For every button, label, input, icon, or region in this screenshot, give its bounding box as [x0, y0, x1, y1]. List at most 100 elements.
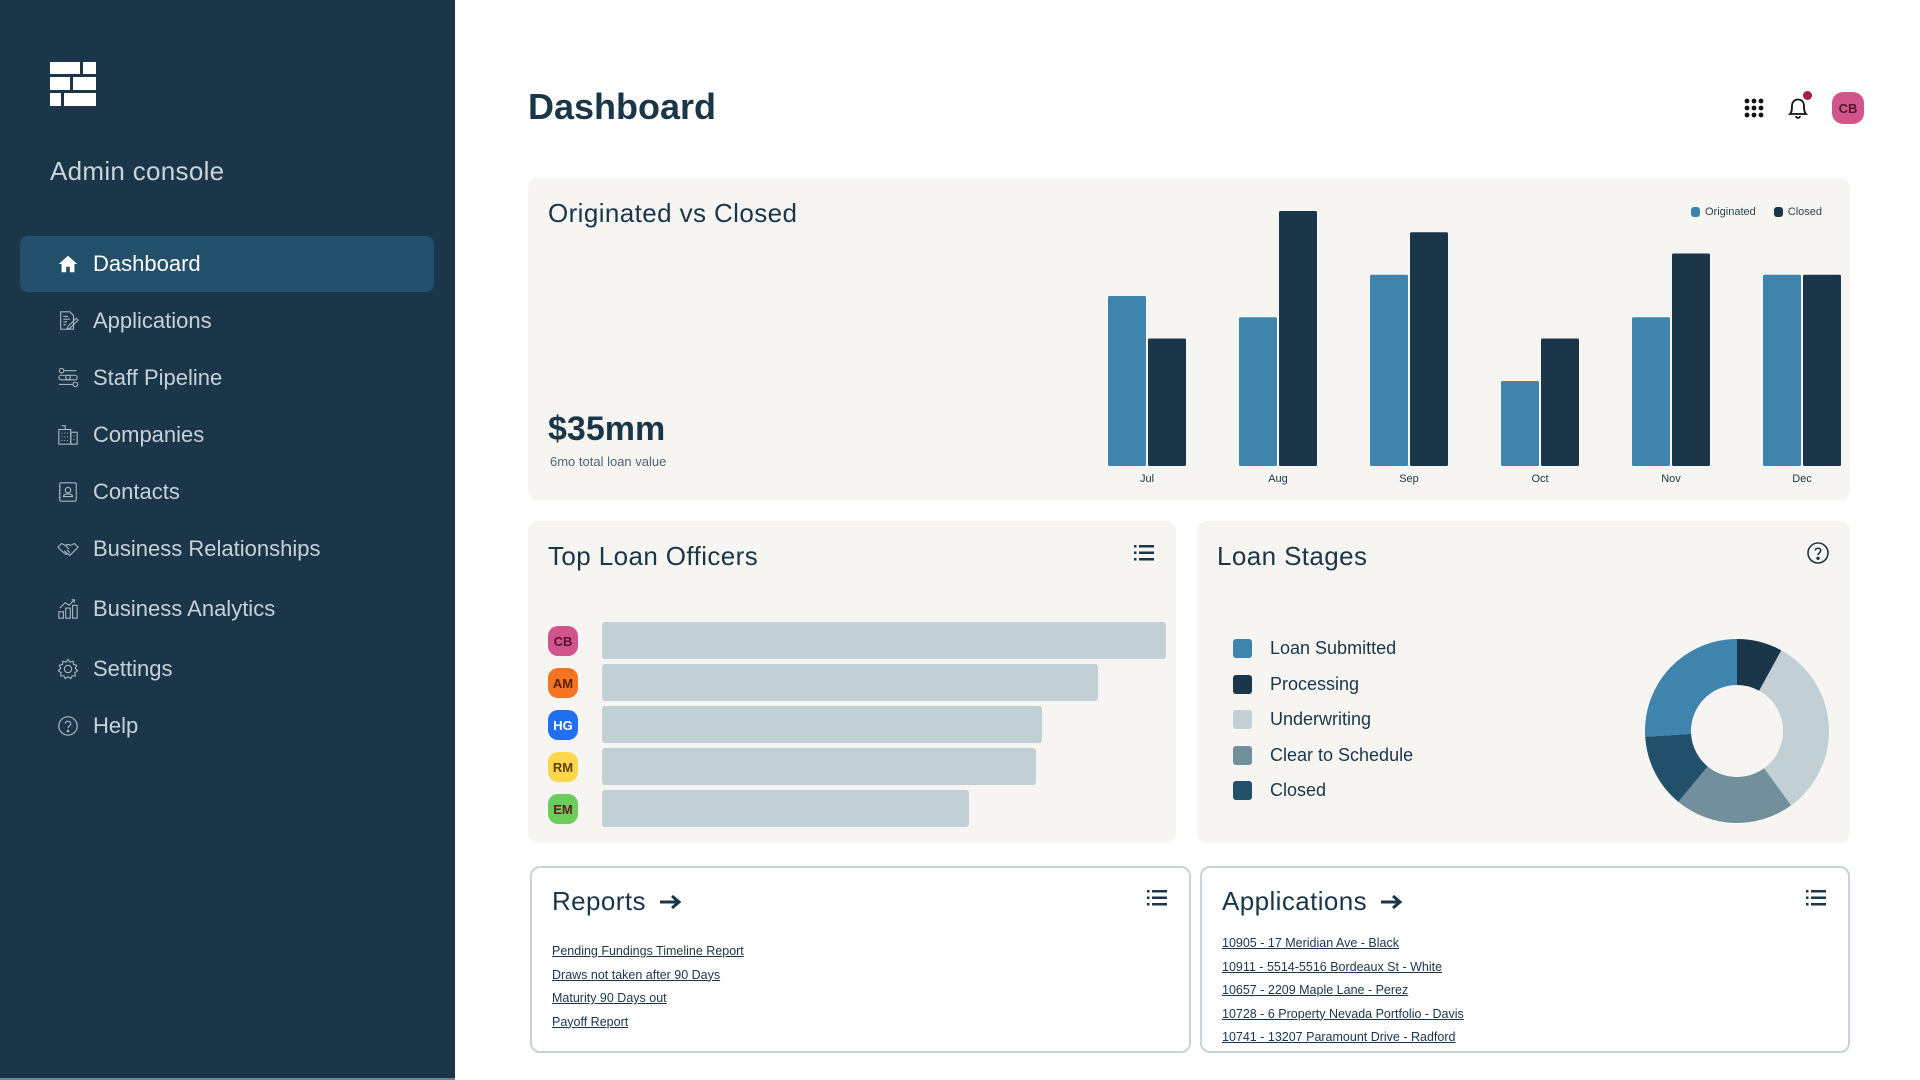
header-actions: CB — [1740, 91, 1864, 124]
officer-avatar: AM — [548, 668, 578, 698]
applications-title[interactable]: Applications — [1222, 886, 1367, 917]
help-icon — [1807, 542, 1829, 564]
logo-icon — [50, 62, 96, 106]
officer-bar-track — [602, 622, 1166, 659]
user-avatar[interactable]: CB — [1832, 92, 1864, 124]
sidebar-item-label: Settings — [93, 656, 173, 681]
application-link[interactable]: 10741 - 13207 Paramount Drive - Radford — [1222, 1026, 1464, 1050]
stage-legend-item: Closed — [1233, 773, 1413, 809]
officer-avatar: CB — [548, 626, 578, 656]
officer-row[interactable]: HG — [548, 705, 578, 745]
bar-closed-nov — [1672, 253, 1710, 466]
sidebar-item-help[interactable]: Help — [20, 698, 434, 754]
sidebar-item-label: Staff Pipeline — [93, 365, 223, 390]
officer-avatar: RM — [548, 752, 578, 782]
sidebar-item-settings[interactable]: Settings — [20, 641, 434, 697]
list-view-button[interactable] — [1132, 541, 1156, 565]
officer-row[interactable]: CB — [548, 621, 578, 661]
top-loan-officers-card: Top Loan Officers CB AM HG RM EM — [528, 521, 1176, 843]
list-view-button[interactable] — [1804, 886, 1828, 910]
x-tick-label: Aug — [1268, 473, 1288, 485]
notification-badge — [1803, 91, 1812, 100]
officer-bar-track — [602, 790, 1166, 827]
originated-closed-bar-chart: Jul Aug Sep Oct Nov Dec — [1108, 211, 1841, 485]
sidebar-item-contacts[interactable]: Contacts — [20, 464, 434, 520]
bar-originated-dec — [1763, 274, 1801, 466]
card-title: Loan Stages — [1217, 541, 1368, 571]
sidebar-item-business-relationships[interactable]: Business Relationships — [20, 521, 434, 577]
total-loan-value-label: 6mo total loan value — [550, 454, 667, 469]
report-link[interactable]: Pending Fundings Timeline Report — [552, 940, 744, 964]
apps-grid-button[interactable] — [1740, 94, 1768, 122]
sidebar-item-staff-pipeline[interactable]: Staff Pipeline — [20, 350, 434, 406]
list-icon — [1134, 545, 1154, 561]
officer-bar — [602, 790, 969, 827]
report-link[interactable]: Payoff Report — [552, 1011, 744, 1035]
sidebar-item-business-analytics[interactable]: Business Analytics — [20, 581, 434, 637]
notifications-button[interactable] — [1784, 91, 1812, 122]
officer-bar — [602, 664, 1099, 701]
home-icon — [57, 253, 79, 275]
stage-legend-item: Clear to Schedule — [1233, 738, 1413, 774]
contact-book-icon — [57, 481, 79, 503]
document-edit-icon — [57, 310, 79, 332]
bar-originated-jul — [1108, 296, 1146, 466]
stage-legend-item: Loan Submitted — [1233, 631, 1413, 667]
applications-list: 10905 - 17 Meridian Ave - Black 10911 - … — [1222, 932, 1464, 1050]
arrow-right-icon[interactable] — [658, 892, 684, 912]
officer-avatar: EM — [548, 794, 578, 824]
sidebar: Admin console Dashboard Applications Sta… — [0, 0, 455, 1080]
total-loan-value: $35mm — [548, 410, 666, 448]
reports-title[interactable]: Reports — [552, 886, 646, 917]
list-icon — [1147, 890, 1167, 906]
stage-label: Underwriting — [1270, 709, 1372, 730]
list-view-button[interactable] — [1145, 886, 1169, 910]
bar-closed-oct — [1541, 338, 1579, 466]
x-tick-label: Nov — [1661, 473, 1681, 485]
report-link[interactable]: Draws not taken after 90 Days — [552, 964, 744, 988]
list-icon — [1806, 890, 1826, 906]
stage-swatch — [1233, 639, 1252, 659]
reports-list: Pending Fundings Timeline Report Draws n… — [552, 940, 744, 1034]
applications-card: Applications 10905 - 17 Meridian Ave - B… — [1200, 866, 1850, 1053]
help-button[interactable] — [1806, 541, 1830, 565]
x-tick-label: Dec — [1792, 473, 1812, 485]
application-link[interactable]: 10657 - 2209 Maple Lane - Perez — [1222, 979, 1464, 1003]
sidebar-item-label: Business Relationships — [93, 536, 321, 561]
stage-legend-item: Underwriting — [1233, 702, 1413, 738]
officer-bar — [602, 622, 1166, 659]
officer-row[interactable]: EM — [548, 789, 578, 829]
arrow-right-icon[interactable] — [1379, 892, 1405, 912]
application-link[interactable]: 10728 - 6 Property Nevada Portfolio - Da… — [1222, 1003, 1464, 1027]
stage-legend-item: Processing — [1233, 667, 1413, 703]
officer-bar — [602, 748, 1037, 785]
page-title: Dashboard — [528, 86, 717, 127]
card-title: Top Loan Officers — [548, 541, 759, 571]
loan-stages-legend: Loan Submitted Processing Underwriting Clea… — [1233, 631, 1413, 809]
analytics-icon — [57, 598, 79, 620]
bar-closed-aug — [1279, 211, 1317, 466]
loan-stages-card: Loan Stages Loan Submitted Processing Unde… — [1197, 521, 1850, 843]
x-tick-label: Oct — [1531, 473, 1548, 485]
officer-row[interactable]: RM — [548, 747, 578, 787]
reports-card: Reports Pending Fundings Timeline Report… — [530, 866, 1191, 1053]
sidebar-item-label: Business Analytics — [93, 596, 276, 621]
sidebar-item-label: Dashboard — [93, 251, 201, 276]
sidebar-item-label: Help — [93, 713, 139, 738]
report-link[interactable]: Maturity 90 Days out — [552, 987, 744, 1011]
sidebar-item-dashboard[interactable]: Dashboard — [20, 236, 434, 292]
originated-vs-closed-card: Originated vs Closed $35mm 6mo total loa… — [528, 178, 1850, 500]
sidebar-item-applications[interactable]: Applications — [20, 293, 434, 349]
officer-row[interactable]: AM — [548, 663, 578, 703]
sidebar-item-label: Applications — [93, 308, 212, 333]
application-link[interactable]: 10911 - 5514-5516 Bordeaux St - White — [1222, 956, 1464, 980]
bar-originated-oct — [1501, 381, 1539, 466]
sidebar-item-label: Contacts — [93, 479, 180, 504]
stage-label: Clear to Schedule — [1270, 744, 1414, 765]
application-link[interactable]: 10905 - 17 Meridian Ave - Black — [1222, 932, 1464, 956]
officer-bar-track — [602, 664, 1166, 701]
x-tick-label: Sep — [1399, 473, 1419, 485]
x-tick-label: Jul — [1140, 473, 1154, 485]
sidebar-item-companies[interactable]: Companies — [20, 407, 434, 463]
stage-swatch — [1233, 745, 1252, 765]
